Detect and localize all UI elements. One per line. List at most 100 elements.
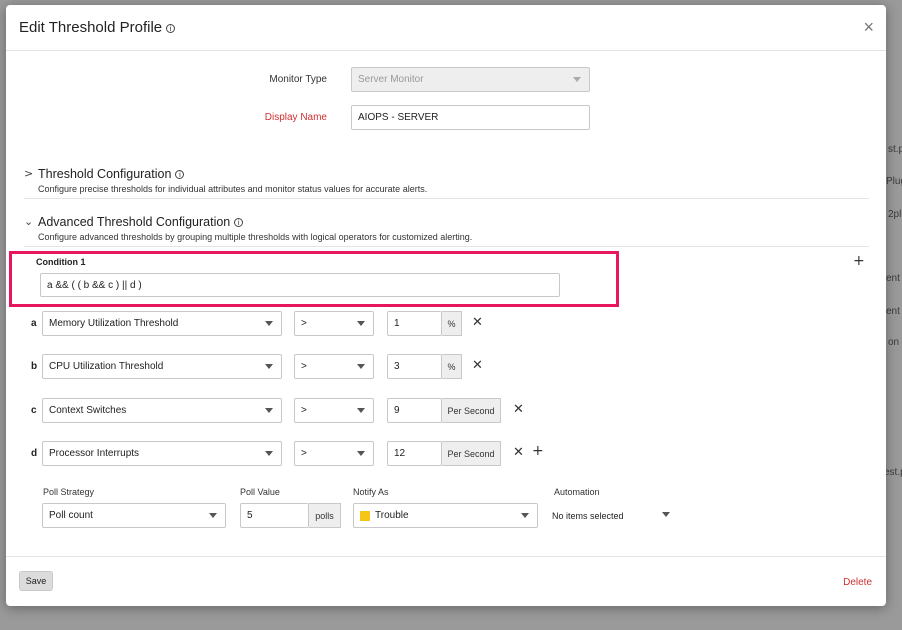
background-text: ent bbox=[886, 306, 900, 317]
operator-select[interactable]: > bbox=[294, 398, 374, 423]
poll-unit-label: polls bbox=[309, 503, 341, 528]
automation-value: No items selected bbox=[552, 510, 624, 521]
threshold-value-input[interactable]: 3 bbox=[387, 354, 442, 379]
threshold-configuration-title: Threshold Configuration bbox=[38, 167, 172, 181]
modal-header: Edit Threshold Profile i × bbox=[6, 5, 886, 51]
modal-title: Edit Threshold Profile bbox=[19, 19, 163, 36]
automation-select[interactable]: No items selected bbox=[552, 503, 670, 528]
display-name-label: Display Name bbox=[264, 112, 327, 123]
poll-strategy-value: Poll count bbox=[49, 510, 93, 521]
edit-threshold-modal: Edit Threshold Profile i × Monitor Type S… bbox=[6, 5, 886, 606]
operator-select[interactable]: > bbox=[294, 441, 374, 466]
chevron-down-icon bbox=[573, 77, 581, 82]
condition-expression-input[interactable]: a && ( ( b && c ) || d ) bbox=[40, 273, 560, 297]
add-condition-icon[interactable]: + bbox=[853, 253, 865, 269]
automation-label: Automation bbox=[554, 487, 600, 497]
remove-row-icon[interactable]: ✕ bbox=[472, 315, 483, 330]
monitor-type-select: Server Monitor bbox=[351, 67, 590, 92]
remove-row-icon[interactable]: ✕ bbox=[472, 358, 483, 373]
chevron-right-icon: > bbox=[24, 167, 34, 180]
unit-label: % bbox=[442, 354, 462, 379]
condition-expression-value: a && ( ( b && c ) || d ) bbox=[47, 279, 142, 291]
background-text: on bbox=[888, 337, 900, 348]
chevron-down-icon bbox=[521, 513, 529, 518]
remove-row-icon[interactable]: ✕ bbox=[513, 402, 524, 417]
condition-label: Condition 1 bbox=[36, 257, 86, 267]
notify-as-select[interactable]: Trouble bbox=[353, 503, 538, 528]
attribute-value: Memory Utilization Threshold bbox=[49, 318, 179, 329]
info-icon[interactable]: i bbox=[166, 23, 176, 33]
poll-value-input[interactable]: 5 bbox=[240, 503, 309, 528]
close-icon[interactable]: × bbox=[863, 17, 874, 38]
notify-as-label: Notify As bbox=[353, 487, 389, 497]
threshold-value: 9 bbox=[394, 405, 400, 416]
attribute-value: Processor Interrupts bbox=[49, 448, 140, 459]
display-name-value: AIOPS - SERVER bbox=[358, 112, 439, 123]
remove-row-icon[interactable]: ✕ bbox=[513, 445, 524, 460]
operator-value: > bbox=[301, 405, 307, 416]
chevron-down-icon bbox=[265, 408, 273, 413]
delete-link[interactable]: Delete bbox=[843, 577, 872, 588]
unit-label: % bbox=[442, 311, 462, 336]
info-icon[interactable]: i bbox=[175, 170, 185, 180]
save-button[interactable]: Save bbox=[19, 571, 53, 591]
display-name-input[interactable]: AIOPS - SERVER bbox=[351, 105, 590, 130]
row-letter: c bbox=[31, 405, 37, 416]
poll-strategy-label: Poll Strategy bbox=[43, 487, 95, 497]
background-text: Plug bbox=[886, 176, 902, 187]
chevron-down-icon bbox=[209, 513, 217, 518]
trouble-color-icon bbox=[360, 510, 370, 521]
background-text: st.py bbox=[888, 144, 902, 155]
attribute-value: Context Switches bbox=[49, 405, 127, 416]
poll-strategy-select[interactable]: Poll count bbox=[42, 503, 226, 528]
chevron-down-icon bbox=[357, 364, 365, 369]
threshold-value-input[interactable]: 12 bbox=[387, 441, 442, 466]
threshold-value: 1 bbox=[394, 318, 400, 329]
advanced-threshold-section[interactable]: ⌄ Advanced Threshold Configuration i Conf… bbox=[24, 215, 869, 247]
advanced-threshold-header[interactable]: ⌄ Advanced Threshold Configuration i bbox=[24, 215, 869, 229]
attribute-select[interactable]: Memory Utilization Threshold bbox=[42, 311, 282, 336]
chevron-down-icon bbox=[265, 321, 273, 326]
advanced-threshold-description: Configure advanced thresholds by groupin… bbox=[38, 232, 473, 242]
attribute-select[interactable]: Context Switches bbox=[42, 398, 282, 423]
threshold-value-input[interactable]: 1 bbox=[387, 311, 442, 336]
modal-title-wrap: Edit Threshold Profile i bbox=[19, 19, 176, 36]
operator-value: > bbox=[301, 318, 307, 329]
attribute-value: CPU Utilization Threshold bbox=[49, 361, 164, 372]
info-icon[interactable]: i bbox=[234, 218, 244, 228]
display-name-row: Display Name AIOPS - SERVER bbox=[207, 105, 590, 130]
modal-footer: Save Delete bbox=[6, 556, 886, 606]
background-text: est.py bbox=[884, 467, 902, 478]
attribute-select[interactable]: CPU Utilization Threshold bbox=[42, 354, 282, 379]
monitor-type-label: Monitor Type bbox=[269, 74, 327, 85]
operator-select[interactable]: > bbox=[294, 311, 374, 336]
row-letter: d bbox=[31, 448, 38, 459]
threshold-configuration-header[interactable]: > Threshold Configuration i bbox=[24, 167, 869, 181]
row-letter: a bbox=[31, 318, 37, 329]
poll-value-label: Poll Value bbox=[240, 487, 280, 497]
unit-label: Per Second bbox=[442, 398, 501, 423]
threshold-configuration-description: Configure precise thresholds for individ… bbox=[38, 184, 428, 194]
add-row-icon[interactable]: + bbox=[532, 443, 544, 459]
threshold-value: 3 bbox=[394, 361, 400, 372]
operator-select[interactable]: > bbox=[294, 354, 374, 379]
chevron-down-icon bbox=[357, 408, 365, 413]
chevron-down-icon bbox=[357, 321, 365, 326]
threshold-value-input[interactable]: 9 bbox=[387, 398, 442, 423]
chevron-down-icon: ⌄ bbox=[24, 215, 34, 228]
attribute-select[interactable]: Processor Interrupts bbox=[42, 441, 282, 466]
background-text: ent bbox=[886, 273, 900, 284]
monitor-type-row: Monitor Type Server Monitor bbox=[207, 67, 590, 92]
chevron-down-icon bbox=[357, 451, 365, 456]
chevron-down-icon bbox=[662, 512, 670, 517]
poll-value: 5 bbox=[247, 510, 253, 521]
monitor-type-value: Server Monitor bbox=[358, 74, 424, 85]
row-letter: b bbox=[31, 361, 38, 372]
chevron-down-icon bbox=[265, 451, 273, 456]
background-text: 2pl. bbox=[888, 209, 902, 220]
threshold-configuration-section[interactable]: > Threshold Configuration i Configure pre… bbox=[24, 167, 869, 199]
notify-as-value: Trouble bbox=[375, 510, 409, 521]
advanced-threshold-title: Advanced Threshold Configuration bbox=[38, 215, 231, 229]
operator-value: > bbox=[301, 361, 307, 372]
threshold-value: 12 bbox=[394, 448, 406, 459]
